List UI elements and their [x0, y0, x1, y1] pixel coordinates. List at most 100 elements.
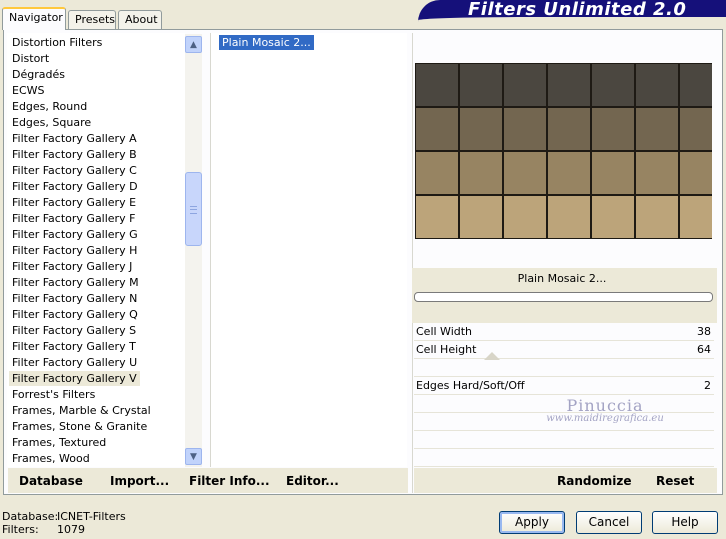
- category-item[interactable]: Filter Factory Gallery V: [9, 371, 140, 386]
- category-item[interactable]: Filter Factory Gallery D: [9, 179, 141, 194]
- mosaic-tile: [503, 63, 547, 107]
- param-cell-height[interactable]: Cell Height 64: [414, 341, 714, 360]
- param-edges[interactable]: Edges Hard/Soft/Off 2: [414, 377, 714, 395]
- mosaic-tile: [459, 151, 503, 195]
- mosaic-tile: [415, 195, 459, 239]
- category-item[interactable]: Filter Factory Gallery C: [9, 163, 140, 178]
- mosaic-tile: [503, 151, 547, 195]
- category-item[interactable]: Filter Factory Gallery G: [9, 227, 141, 242]
- mosaic-tile: [591, 195, 635, 239]
- mosaic-tile: [415, 107, 459, 151]
- category-item[interactable]: Frames, Marble & Crystal: [9, 403, 154, 418]
- scroll-down-button[interactable]: ▼: [185, 448, 202, 465]
- category-item[interactable]: Frames, Textured: [9, 435, 109, 450]
- filter-name-label: Plain Mosaic 2...: [517, 272, 607, 285]
- scroll-up-button[interactable]: ▲: [185, 36, 202, 53]
- category-item[interactable]: ECWS: [9, 83, 48, 98]
- category-item[interactable]: Distortion Filters: [9, 35, 105, 50]
- database-label: Database:: [2, 510, 59, 523]
- mosaic-tile: [591, 151, 635, 195]
- param-label: Edges Hard/Soft/Off: [416, 379, 525, 392]
- mosaic-tile: [415, 151, 459, 195]
- mosaic-tile: [635, 63, 679, 107]
- param-value: 38: [697, 325, 711, 338]
- mosaic-tile: [503, 195, 547, 239]
- mosaic-tile: [635, 151, 679, 195]
- chevron-up-icon: ▲: [190, 39, 197, 50]
- category-item[interactable]: Distort: [9, 51, 52, 66]
- preview-image: [415, 63, 712, 239]
- filters-count-value: 1079: [57, 523, 85, 536]
- cancel-button[interactable]: Cancel: [576, 511, 642, 534]
- import-button[interactable]: Import...: [110, 474, 169, 488]
- filter-list[interactable]: Plain Mosaic 2...: [210, 33, 407, 467]
- category-item[interactable]: Filter Factory Gallery J: [9, 259, 135, 274]
- tab-navigator[interactable]: Navigator: [2, 7, 66, 30]
- chevron-down-icon: ▼: [190, 451, 197, 462]
- category-list[interactable]: Distortion Filters Distort Dégradés ECWS Edg…: [7, 33, 185, 467]
- title-banner: Filters Unlimited 2.0: [418, 0, 726, 22]
- mosaic-tile: [679, 107, 712, 151]
- category-item[interactable]: Frames, Wood: [9, 451, 93, 466]
- tab-about[interactable]: About: [118, 10, 162, 29]
- category-item[interactable]: Filter Factory Gallery A: [9, 131, 140, 146]
- database-info: Database: ICNET-Filters Filters: 1079: [2, 510, 126, 536]
- category-item[interactable]: Filter Factory Gallery H: [9, 243, 140, 258]
- mosaic-tile: [547, 195, 591, 239]
- mosaic-tile: [459, 63, 503, 107]
- randomize-button[interactable]: Randomize: [557, 474, 631, 488]
- mosaic-tile: [679, 195, 712, 239]
- param-row-blank: [414, 449, 714, 467]
- category-item[interactable]: Filter Factory Gallery U: [9, 355, 140, 370]
- mosaic-tile: [503, 107, 547, 151]
- category-item[interactable]: Edges, Round: [9, 99, 90, 114]
- mosaic-tile: [547, 63, 591, 107]
- param-row-blank: [414, 413, 714, 431]
- param-empty[interactable]: [414, 359, 714, 377]
- category-item[interactable]: Forrest's Filters: [9, 387, 98, 402]
- category-item[interactable]: Dégradés: [9, 67, 68, 82]
- mosaic-tile: [547, 107, 591, 151]
- mosaic-tile: [635, 107, 679, 151]
- category-item[interactable]: Filter Factory Gallery B: [9, 147, 140, 162]
- category-item[interactable]: Edges, Square: [9, 115, 94, 130]
- tab-presets[interactable]: Presets: [68, 10, 116, 29]
- app-title: Filters Unlimited 2.0: [468, 0, 687, 20]
- category-item[interactable]: Filter Factory Gallery S: [9, 323, 139, 338]
- mosaic-tile: [547, 151, 591, 195]
- category-item[interactable]: Filter Factory Gallery E: [9, 195, 139, 210]
- mosaic-tile: [679, 151, 712, 195]
- category-item[interactable]: Filter Factory Gallery M: [9, 275, 142, 290]
- category-item[interactable]: Filter Factory Gallery N: [9, 291, 140, 306]
- filter-item-selected[interactable]: Plain Mosaic 2...: [219, 35, 314, 50]
- database-value: ICNET-Filters: [57, 510, 126, 523]
- category-item[interactable]: Filter Factory Gallery F: [9, 211, 138, 226]
- mosaic-tile: [459, 107, 503, 151]
- mosaic-tile: [415, 63, 459, 107]
- database-button[interactable]: Database: [19, 474, 83, 488]
- progress-bar: [414, 292, 713, 302]
- category-item[interactable]: Filter Factory Gallery Q: [9, 307, 141, 322]
- apply-button[interactable]: Apply: [499, 511, 565, 534]
- reset-button[interactable]: Reset: [656, 474, 694, 488]
- scroll-thumb[interactable]: [185, 172, 202, 246]
- filters-count-label: Filters:: [2, 523, 39, 536]
- param-value: 64: [697, 343, 711, 356]
- param-value: 2: [704, 379, 711, 392]
- grip-icon: [190, 206, 197, 214]
- help-button[interactable]: Help: [652, 511, 718, 534]
- mosaic-tile: [635, 195, 679, 239]
- mosaic-tile: [679, 63, 712, 107]
- param-row-blank: [414, 431, 714, 449]
- mosaic-tile: [591, 107, 635, 151]
- param-cell-width[interactable]: Cell Width 38: [414, 323, 714, 341]
- category-scrollbar[interactable]: ▲ ▼: [185, 34, 202, 467]
- mosaic-tile: [591, 63, 635, 107]
- mosaic-tile: [459, 195, 503, 239]
- editor-button[interactable]: Editor...: [286, 474, 339, 488]
- category-item[interactable]: Frames, Stone & Granite: [9, 419, 150, 434]
- param-label: Cell Height: [416, 343, 477, 356]
- filter-info-button[interactable]: Filter Info...: [189, 474, 270, 488]
- param-label: Cell Width: [416, 325, 473, 338]
- category-item[interactable]: Filter Factory Gallery T: [9, 339, 139, 354]
